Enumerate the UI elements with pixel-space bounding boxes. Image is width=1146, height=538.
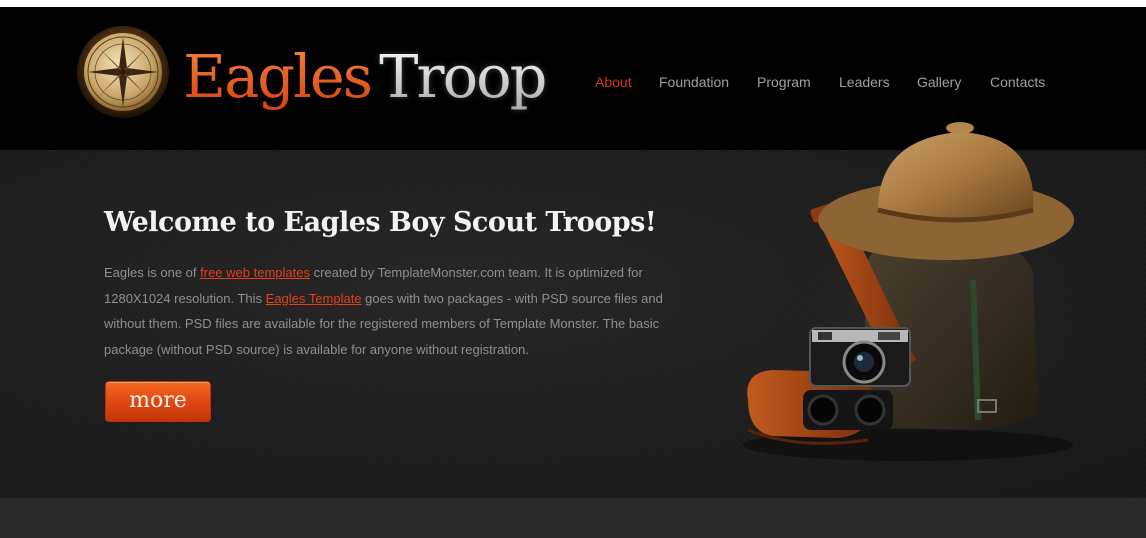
content-strip	[0, 498, 1146, 538]
eagles-template-link[interactable]: Eagles Template	[266, 291, 362, 306]
nav-gallery[interactable]: Gallery	[917, 74, 961, 92]
intro-paragraph: Eagles is one of free web templates crea…	[104, 260, 704, 362]
page-title: Welcome to Eagles Boy Scout Troops!	[104, 207, 657, 238]
logo-word-troop: Troop	[379, 42, 547, 111]
nav-about[interactable]: About	[595, 74, 632, 92]
nav-program[interactable]: Program	[757, 74, 811, 92]
nav-contacts[interactable]: Contacts	[990, 74, 1045, 92]
nav-leaders[interactable]: Leaders	[839, 74, 890, 92]
scout-gear-icon	[743, 122, 1078, 461]
compass-icon	[77, 26, 169, 118]
more-button[interactable]: more	[105, 381, 211, 422]
logo-word-eagles: Eagles	[183, 42, 373, 111]
site-logo[interactable]: Eagles Troop	[183, 37, 547, 117]
intro-text-1: Eagles is one of	[104, 265, 201, 280]
free-templates-link[interactable]: free web templates	[200, 265, 310, 280]
nav-foundation[interactable]: Foundation	[659, 74, 729, 92]
